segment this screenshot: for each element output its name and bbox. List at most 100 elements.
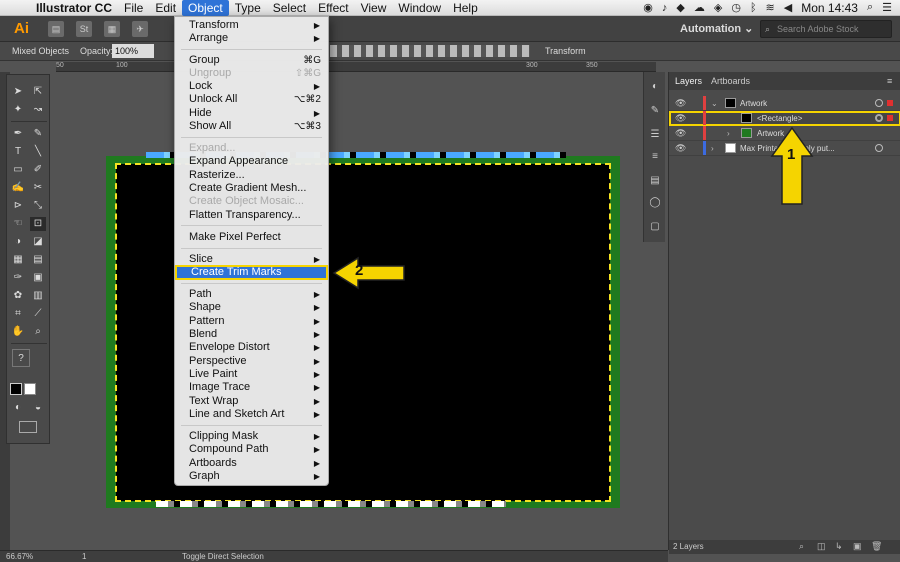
visibility-eye-icon[interactable]: 👁 xyxy=(675,126,686,141)
zoom-tool-icon[interactable]: ⌕ xyxy=(30,325,46,339)
draw-mode-icon[interactable]: ◐ xyxy=(10,401,26,415)
menu-item-shape[interactable]: Shape ▶ xyxy=(175,301,328,314)
menu-item-make-pixel-perfect[interactable]: Make Pixel Perfect xyxy=(175,231,328,244)
menu-item-expand-appearance[interactable]: Expand Appearance xyxy=(175,155,328,168)
magic-wand-tool-icon[interactable]: ✦ xyxy=(10,103,26,117)
expand-chevron-icon[interactable]: › xyxy=(727,126,730,141)
wifi-icon[interactable]: ≋ xyxy=(766,1,775,14)
notification-center-icon[interactable]: ☰ xyxy=(882,1,892,14)
target-circle-icon[interactable] xyxy=(875,144,883,152)
menu-item-perspective[interactable]: Perspective ▶ xyxy=(175,355,328,368)
clock[interactable]: Mon 14:43 xyxy=(801,1,858,15)
selection-indicator[interactable] xyxy=(887,115,893,121)
scale-tool-icon[interactable]: ⤡ xyxy=(30,199,46,213)
gpu-performance-icon[interactable]: ✈ xyxy=(132,20,148,37)
transparency-panel-icon[interactable]: ◯ xyxy=(648,198,662,208)
menu-item-path[interactable]: Path ▶ xyxy=(175,288,328,301)
dropbox-icon[interactable]: ◆ xyxy=(676,1,684,14)
paintbrush-tool-icon[interactable]: ✐ xyxy=(30,163,46,177)
curvature-tool-icon[interactable]: ✎ xyxy=(30,127,46,141)
menu-type[interactable]: Type xyxy=(229,0,267,16)
target-circle-icon[interactable] xyxy=(875,114,883,122)
direct-selection-tool-icon[interactable]: ⇱ xyxy=(30,85,46,99)
menu-item-show-all[interactable]: Show All ⌥⌘3 xyxy=(175,120,328,133)
eye-status-icon[interactable]: ◉ xyxy=(643,1,653,14)
rectangle-tool-icon[interactable]: ▭ xyxy=(10,163,26,177)
menu-item-image-trace[interactable]: Image Trace ▶ xyxy=(175,381,328,394)
reflect-tool-icon[interactable]: ⊳ xyxy=(10,199,26,213)
align-panel-icon[interactable]: ▤ xyxy=(648,176,662,186)
brushes-panel-icon[interactable]: ✎ xyxy=(648,106,662,116)
menu-item-text-wrap[interactable]: Text Wrap ▶ xyxy=(175,395,328,408)
fill-swatch[interactable] xyxy=(10,383,22,395)
workspace-switcher[interactable]: Automation ⌄ xyxy=(680,22,753,35)
symbols-panel-icon[interactable]: ☰ xyxy=(648,130,662,140)
stroke-panel-icon[interactable]: ≡ xyxy=(648,152,662,162)
artboard-tool-icon[interactable]: ⌗ xyxy=(10,307,26,321)
perspective-grid-tool-icon[interactable]: ◪ xyxy=(30,235,46,249)
tab-artboards[interactable]: Artboards xyxy=(711,76,750,86)
menu-app-name[interactable]: Illustrator CC xyxy=(30,0,118,16)
menu-item-unlock-all[interactable]: Unlock All ⌥⌘2 xyxy=(175,93,328,106)
menu-file[interactable]: File xyxy=(118,0,149,16)
opacity-field[interactable]: 100% xyxy=(112,44,154,58)
type-tool-icon[interactable]: T xyxy=(10,145,26,159)
shaper-tool-icon[interactable]: ✍ xyxy=(10,181,26,195)
arrange-documents-icon[interactable]: ▦ xyxy=(104,20,120,37)
canvas[interactable] xyxy=(10,72,656,550)
menu-item-arrange[interactable]: Arrange ▶ xyxy=(175,32,328,45)
selection-tool-icon[interactable]: ➤ xyxy=(10,85,26,99)
locate-object-icon[interactable]: ⌕ xyxy=(799,541,804,552)
new-sublayer-icon[interactable]: ↳ xyxy=(835,541,843,552)
menu-item-line-and-sketch-art[interactable]: Line and Sketch Art ▶ xyxy=(175,408,328,421)
spotlight-search-icon[interactable]: ⌕ xyxy=(867,1,873,14)
creative-cloud-icon[interactable]: ☁ xyxy=(694,1,705,14)
bluetooth-icon[interactable]: ᛒ xyxy=(750,2,757,14)
zoom-level[interactable]: 66.67% xyxy=(6,552,33,561)
pen-tool-icon[interactable]: ✒ xyxy=(10,127,26,141)
menu-help[interactable]: Help xyxy=(447,0,484,16)
visibility-eye-icon[interactable]: 👁 xyxy=(675,96,686,111)
opacity-label[interactable]: Opacity: xyxy=(80,46,113,56)
layer-row-rectangle[interactable]: 👁 <Rectangle> xyxy=(669,111,900,126)
menu-item-graph[interactable]: Graph ▶ xyxy=(175,470,328,483)
layer-row-artwork[interactable]: 👁 ⌄ Artwork xyxy=(669,96,900,111)
free-transform-tool-icon[interactable]: ⊡ xyxy=(30,217,46,231)
blend-tool-icon[interactable]: ▣ xyxy=(30,271,46,285)
menu-item-artboards[interactable]: Artboards ▶ xyxy=(175,457,328,470)
menu-effect[interactable]: Effect xyxy=(312,0,354,16)
tab-layers[interactable]: Layers xyxy=(675,76,702,86)
menu-select[interactable]: Select xyxy=(267,0,312,16)
menu-item-group[interactable]: Group ⌘G xyxy=(175,54,328,67)
hand-tool-icon[interactable]: ✋ xyxy=(10,325,26,339)
stroke-swatch[interactable] xyxy=(24,383,36,395)
menu-edit[interactable]: Edit xyxy=(149,0,182,16)
script-icon[interactable]: ◈ xyxy=(714,1,722,14)
menu-item-hide[interactable]: Hide ▶ xyxy=(175,107,328,120)
lasso-tool-icon[interactable]: ↝ xyxy=(30,103,46,117)
menu-item-pattern[interactable]: Pattern ▶ xyxy=(175,315,328,328)
make-clipping-mask-icon[interactable]: ◫ xyxy=(817,541,826,552)
gradient-tool-icon[interactable]: ▤ xyxy=(30,253,46,267)
new-layer-icon[interactable]: ▣ xyxy=(853,541,862,552)
shape-builder-tool-icon[interactable]: ◑ xyxy=(10,235,26,249)
bridge-icon[interactable]: ▤ xyxy=(48,20,64,37)
horizontal-ruler[interactable]: 50 100 300 350 xyxy=(56,62,656,72)
artboard-number[interactable]: 1 xyxy=(82,552,86,561)
expand-chevron-icon[interactable]: › xyxy=(711,141,714,156)
warp-tool-icon[interactable]: ☜ xyxy=(10,217,26,231)
visibility-eye-icon[interactable]: 👁 xyxy=(675,111,686,126)
stock-search-input[interactable]: ⌕ Search Adobe Stock xyxy=(760,20,892,38)
edit-toolbar-icon[interactable]: ? xyxy=(12,349,30,367)
menu-item-envelope-distort[interactable]: Envelope Distort ▶ xyxy=(175,341,328,354)
menu-item-live-paint[interactable]: Live Paint ▶ xyxy=(175,368,328,381)
symbol-sprayer-tool-icon[interactable]: ✿ xyxy=(10,289,26,303)
mesh-tool-icon[interactable]: ▦ xyxy=(10,253,26,267)
volume-icon[interactable]: ◀ xyxy=(784,1,792,14)
menu-item-blend[interactable]: Blend ▶ xyxy=(175,328,328,341)
menu-view[interactable]: View xyxy=(355,0,393,16)
control-bar-align-buttons[interactable] xyxy=(330,45,530,57)
panel-menu-icon[interactable]: ≡ xyxy=(887,76,892,86)
appearance-panel-icon[interactable]: ▢ xyxy=(648,222,662,232)
visibility-eye-icon[interactable]: 👁 xyxy=(675,141,686,156)
